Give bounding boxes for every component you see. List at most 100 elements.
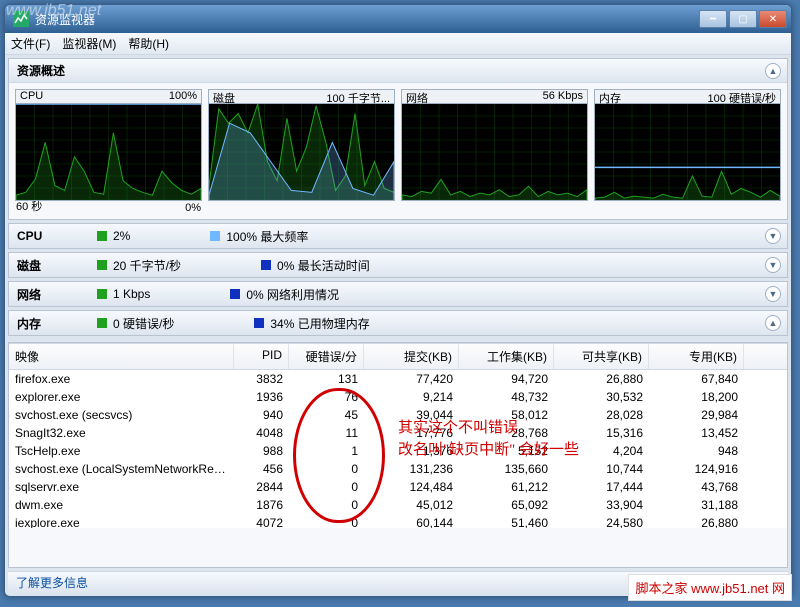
- swatch-icon: [210, 231, 220, 241]
- graph-value: 100%: [169, 90, 197, 103]
- cell-sh: 4,204: [554, 443, 649, 459]
- swatch-icon: [97, 318, 107, 328]
- close-button[interactable]: ✕: [759, 10, 787, 28]
- cell-ws: 94,720: [459, 371, 554, 387]
- col-private[interactable]: 专用(KB): [649, 344, 744, 369]
- cell-image: svchost.exe (LocalSystemNetworkRest...: [9, 461, 234, 477]
- col-shareable[interactable]: 可共享(KB): [554, 344, 649, 369]
- cell-ws: 48,732: [459, 389, 554, 405]
- maximize-button[interactable]: ▢: [729, 10, 757, 28]
- menu-help[interactable]: 帮助(H): [128, 35, 169, 52]
- cell-pid: 4072: [234, 515, 289, 528]
- table-row[interactable]: SnagIt32.exe 4048 11 17,776 28,768 15,31…: [9, 424, 787, 442]
- metric-disk[interactable]: 磁盘 20 千字节/秒 0% 最长活动时间 ▼: [8, 252, 788, 278]
- metric-cpu[interactable]: CPU 2% 100% 最大频率 ▼: [8, 223, 788, 249]
- resource-monitor-window: 资源监视器 ━ ▢ ✕ 文件(F) 监视器(M) 帮助(H) 资源概述 ▲ CP…: [4, 4, 792, 597]
- cell-pid: 456: [234, 461, 289, 477]
- swatch-icon: [97, 289, 107, 299]
- cell-hf: 131: [289, 371, 364, 387]
- cell-hf: 0: [289, 461, 364, 477]
- table-row[interactable]: iexplore.exe 4072 0 60,144 51,460 24,580…: [9, 514, 787, 528]
- metric-net[interactable]: 网络 1 Kbps 0% 网络利用情况 ▼: [8, 281, 788, 307]
- cell-pr: 124,916: [649, 461, 744, 477]
- cell-image: TscHelp.exe: [9, 443, 234, 459]
- cell-pr: 31,188: [649, 497, 744, 513]
- table-row[interactable]: TscHelp.exe 988 1 1,376 5,152 4,204 948: [9, 442, 787, 460]
- memory-detail-panel: 映像 PID 硬错误/分 提交(KB) 工作集(KB) 可共享(KB) 专用(K…: [8, 342, 788, 568]
- metric-v1: 0 硬错误/秒: [113, 315, 174, 332]
- table-header: 映像 PID 硬错误/分 提交(KB) 工作集(KB) 可共享(KB) 专用(K…: [9, 343, 787, 370]
- minimize-button[interactable]: ━: [699, 10, 727, 28]
- metric-label: 内存: [17, 315, 67, 332]
- cell-image: explorer.exe: [9, 389, 234, 405]
- col-image[interactable]: 映像: [9, 344, 234, 369]
- graph-value: 100 硬错误/秒: [708, 90, 776, 103]
- col-hardfaults[interactable]: 硬错误/分: [289, 344, 364, 369]
- table-row[interactable]: svchost.exe (secsvcs) 940 45 39,044 58,0…: [9, 406, 787, 424]
- cell-pr: 67,840: [649, 371, 744, 387]
- col-workingset[interactable]: 工作集(KB): [459, 344, 554, 369]
- metric-v1: 20 千字节/秒: [113, 257, 181, 274]
- graph-cpu: CPU100% 60 秒0%: [15, 89, 202, 201]
- cell-commit: 77,420: [364, 371, 459, 387]
- cell-pr: 26,880: [649, 515, 744, 528]
- graph-label: CPU: [20, 90, 43, 103]
- table-row[interactable]: explorer.exe 1936 76 9,214 48,732 30,532…: [9, 388, 787, 406]
- overview-panel: 资源概述 ▲ CPU100% 60 秒0% 磁盘100 千字节... 网络56 …: [8, 58, 788, 220]
- table-row[interactable]: svchost.exe (LocalSystemNetworkRest... 4…: [9, 460, 787, 478]
- metric-label: 磁盘: [17, 257, 67, 274]
- table-row[interactable]: dwm.exe 1876 0 45,012 65,092 33,904 31,1…: [9, 496, 787, 514]
- cell-hf: 0: [289, 479, 364, 495]
- titlebar[interactable]: 资源监视器 ━ ▢ ✕: [5, 5, 791, 33]
- cell-pr: 29,984: [649, 407, 744, 423]
- table-row[interactable]: firefox.exe 3832 131 77,420 94,720 26,88…: [9, 370, 787, 388]
- cell-hf: 76: [289, 389, 364, 405]
- cell-sh: 28,028: [554, 407, 649, 423]
- watermark-bottom-right: 脚本之家 www.jb51.net 网: [628, 574, 792, 601]
- cell-commit: 39,044: [364, 407, 459, 423]
- col-commit[interactable]: 提交(KB): [364, 344, 459, 369]
- metric-v1: 1 Kbps: [113, 287, 150, 301]
- cell-sh: 10,744: [554, 461, 649, 477]
- cell-pid: 4048: [234, 425, 289, 441]
- cell-ws: 58,012: [459, 407, 554, 423]
- cell-pid: 3832: [234, 371, 289, 387]
- metric-mem[interactable]: 内存 0 硬错误/秒 34% 已用物理内存 ▲: [8, 310, 788, 336]
- cell-image: SnagIt32.exe: [9, 425, 234, 441]
- cell-image: iexplore.exe: [9, 515, 234, 528]
- cell-ws: 28,768: [459, 425, 554, 441]
- swatch-icon: [97, 231, 107, 241]
- menu-file[interactable]: 文件(F): [11, 35, 50, 52]
- collapse-icon[interactable]: ▲: [765, 63, 781, 79]
- cell-hf: 1: [289, 443, 364, 459]
- cell-ws: 51,460: [459, 515, 554, 528]
- table-body[interactable]: firefox.exe 3832 131 77,420 94,720 26,88…: [9, 370, 787, 528]
- cell-ws: 135,660: [459, 461, 554, 477]
- cell-ws: 61,212: [459, 479, 554, 495]
- cell-pr: 948: [649, 443, 744, 459]
- window-title: 资源监视器: [35, 11, 699, 28]
- cell-pid: 1876: [234, 497, 289, 513]
- table-row[interactable]: sqlservr.exe 2844 0 124,484 61,212 17,44…: [9, 478, 787, 496]
- expand-icon[interactable]: ▼: [765, 286, 781, 302]
- col-pid[interactable]: PID: [234, 344, 289, 369]
- cell-pid: 1936: [234, 389, 289, 405]
- cell-sh: 24,580: [554, 515, 649, 528]
- cell-commit: 131,236: [364, 461, 459, 477]
- metric-v1: 2%: [113, 229, 130, 243]
- cell-sh: 26,880: [554, 371, 649, 387]
- metric-v2: 100% 最大频率: [226, 228, 308, 245]
- expand-icon[interactable]: ▼: [765, 228, 781, 244]
- metric-v2: 34% 已用物理内存: [270, 315, 369, 332]
- cell-commit: 17,776: [364, 425, 459, 441]
- cell-ws: 5,152: [459, 443, 554, 459]
- metric-v2: 0% 网络利用情况: [246, 286, 339, 303]
- expand-icon[interactable]: ▼: [765, 257, 781, 273]
- menu-monitor[interactable]: 监视器(M): [62, 35, 116, 52]
- swatch-icon: [254, 318, 264, 328]
- swatch-icon: [230, 289, 240, 299]
- cell-pid: 940: [234, 407, 289, 423]
- cell-image: sqlservr.exe: [9, 479, 234, 495]
- graph-value: 56 Kbps: [543, 90, 583, 103]
- expand-icon[interactable]: ▲: [765, 315, 781, 331]
